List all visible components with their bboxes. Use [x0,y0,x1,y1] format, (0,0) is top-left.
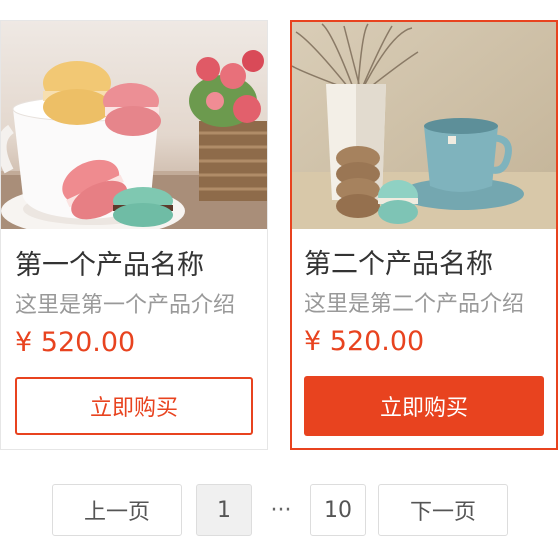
prev-page-button[interactable]: 上一页 [52,484,182,536]
buy-now-button[interactable]: 立即购买 [15,377,253,435]
next-page-button[interactable]: 下一页 [378,484,508,536]
product-price: ¥ 520.00 [304,326,425,357]
page-1-button[interactable]: 1 [196,484,252,536]
product-description: 这里是第二个产品介绍 [304,292,525,317]
product-description: 这里是第一个产品介绍 [15,293,236,318]
product-card-2[interactable]: 第二个产品名称 这里是第二个产品介绍 ¥ 520.00 立即购买 [290,20,558,450]
vase-cup-macarons-photo-icon [292,22,556,229]
product-image-1[interactable] [1,21,267,229]
page-10-button[interactable]: 10 [310,484,366,536]
product-name[interactable]: 第一个产品名称 [15,243,204,282]
buy-now-button[interactable]: 立即购买 [304,376,544,436]
product-name[interactable]: 第二个产品名称 [304,242,493,281]
product-image-2[interactable] [292,22,556,229]
pagination-ellipsis: ··· [270,497,292,523]
macarons-teacup-photo-icon [1,21,267,229]
pagination: 上一页 1 ··· 10 下一页 [0,484,560,538]
product-price: ¥ 520.00 [15,327,136,358]
product-card-1[interactable]: 第一个产品名称 这里是第一个产品介绍 ¥ 520.00 立即购买 [0,20,268,450]
